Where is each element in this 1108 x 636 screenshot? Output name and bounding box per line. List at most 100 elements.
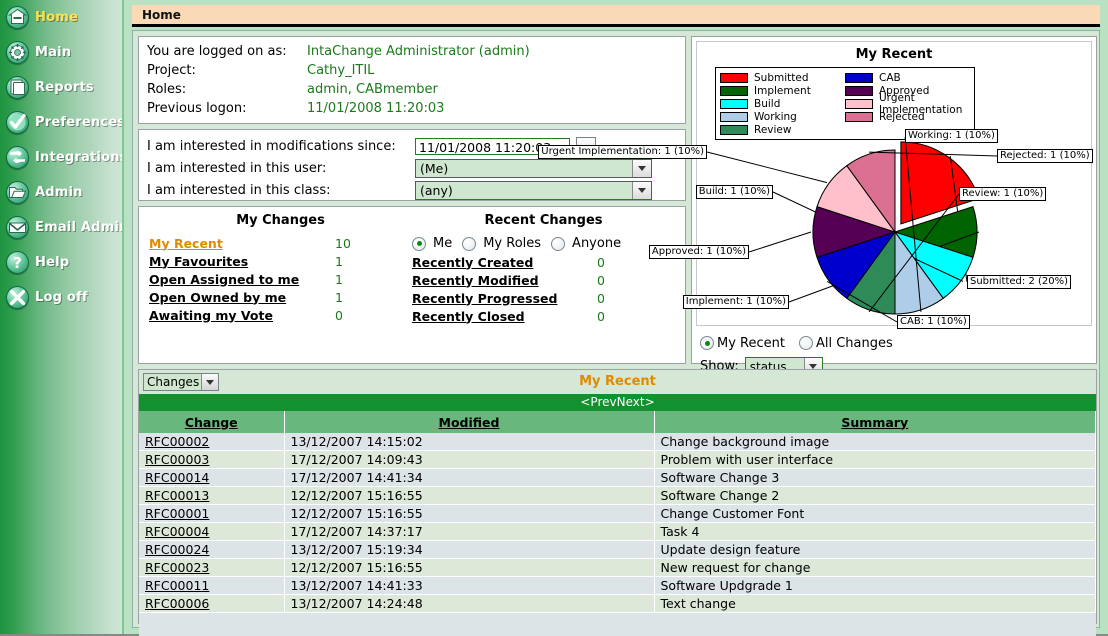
cell-change: RFC00004 [139, 522, 285, 541]
my-changes-link[interactable]: My Recent [149, 236, 335, 251]
legend-swatch [845, 98, 873, 109]
cell-modified: 17/12/2007 14:09:43 [284, 450, 655, 469]
chart-scope-my-recent[interactable]: My Recent [700, 336, 785, 351]
radio-icon [551, 236, 566, 251]
radio-icon [462, 236, 477, 251]
my-changes-count: 10 [335, 235, 351, 251]
recent-changes-count: 0 [597, 290, 605, 306]
recent-changes-link[interactable]: Recently Modified [412, 273, 597, 288]
class-select-value: (any) [420, 182, 453, 198]
change-link[interactable]: RFC00013 [145, 488, 209, 503]
column-header-modified[interactable]: Modified [284, 411, 655, 433]
my-changes-link[interactable]: Awaiting my Vote [149, 308, 335, 323]
cell-change: RFC00014 [139, 468, 285, 487]
sidebar-item-home[interactable]: Home [0, 5, 122, 29]
recent-changes-count: 0 [597, 254, 605, 270]
recent-changes-row: Recently Created 0 [412, 253, 675, 271]
next-page-link[interactable]: Next> [617, 395, 655, 409]
pie-slice-label: Approved: 1 (10%) [648, 245, 749, 259]
recent-changes-link[interactable]: Recently Created [412, 255, 597, 270]
info-value: Cathy_ITIL [307, 63, 375, 78]
change-link[interactable]: RFC00024 [145, 542, 209, 557]
column-header-change[interactable]: Change [139, 411, 285, 433]
info-label: You are logged on as: [147, 44, 287, 59]
sidebar-item-admin[interactable]: Admin [0, 180, 122, 204]
radio-icon [798, 336, 813, 350]
svg-text:?: ? [13, 254, 22, 272]
info-value: 11/01/2008 11:20:03 [307, 101, 445, 116]
recent-changes-link[interactable]: Recently Closed [412, 309, 597, 324]
sidebar-nav: Home Main Reports Preferences Integrations Ad… [0, 5, 128, 321]
table-row: RFC00006 13/12/2007 14:24:48 Text change [139, 594, 1096, 613]
main-area: Home You are logged on as: IntaChange Adm… [122, 0, 1108, 636]
sidebar-item-main[interactable]: Main [0, 40, 122, 64]
prev-page-link[interactable]: <Prev [580, 395, 616, 409]
cell-modified: 13/12/2007 14:15:02 [284, 433, 655, 451]
user-filter-label: I am interested in this user: [147, 160, 327, 176]
my-changes-link[interactable]: Open Assigned to me [149, 272, 335, 287]
sidebar-item-reports[interactable]: Reports [0, 75, 122, 99]
change-link[interactable]: RFC00011 [145, 578, 209, 593]
recent-changes-scope-radios: Me My Roles Anyone [412, 234, 675, 253]
change-link[interactable]: RFC00004 [145, 524, 209, 539]
recent-changes-link[interactable]: Recently Progressed [412, 291, 597, 306]
sidebar-item-log-off[interactable]: Log off [0, 285, 122, 309]
sidebar-item-preferences[interactable]: Preferences [0, 110, 126, 134]
cell-summary: Software Updgrade 1 [654, 576, 1096, 595]
cell-summary: Change background image [654, 433, 1096, 451]
my-changes-count: 1 [335, 253, 343, 269]
tab-label: Home [142, 8, 181, 22]
changes-summary-panel: My Changes My Recent 10 My Favourites 1 Open… [138, 206, 686, 364]
sidebar-item-integrations[interactable]: Integrations [0, 145, 127, 169]
chart-scope-all-changes[interactable]: All Changes [798, 336, 893, 351]
change-link[interactable]: RFC00002 [145, 434, 209, 449]
legend-item: Implement [720, 84, 845, 97]
my-changes-link[interactable]: My Favourites [149, 254, 335, 269]
cell-modified: 13/12/2007 14:24:48 [284, 594, 655, 613]
scope-radio-my-roles[interactable]: My Roles [462, 236, 544, 251]
my-changes-row: Open Owned by me 1 [149, 288, 412, 306]
change-link[interactable]: RFC00003 [145, 452, 209, 467]
recent-changes-count: 0 [597, 272, 605, 288]
cell-change: RFC00013 [139, 486, 285, 505]
change-link[interactable]: RFC00023 [145, 560, 209, 575]
user-select-value: (Me) [420, 160, 449, 176]
cell-summary: Problem with user interface [654, 450, 1096, 469]
chart-scope-label: My Recent [717, 335, 785, 351]
scope-radio-me[interactable]: Me [412, 236, 455, 251]
legend-item: Urgent Implementation [845, 92, 970, 116]
table-footer [139, 613, 1096, 636]
cell-change: RFC00011 [139, 576, 285, 595]
sidebar-item-email-admin[interactable]: Email Admin [0, 215, 128, 239]
sidebar-item-label: Preferences [35, 114, 126, 130]
cell-summary: Text change [654, 594, 1096, 613]
legend-swatch [720, 98, 748, 109]
question-icon: ? [6, 250, 29, 274]
tab-home[interactable]: Home [132, 5, 1100, 27]
sidebar-item-help[interactable]: ? Help [0, 250, 122, 274]
cell-summary: Update design feature [654, 540, 1096, 559]
user-filter-row: I am interested in this user: (Me) [147, 157, 677, 179]
column-header-summary[interactable]: Summary [654, 411, 1096, 433]
envelope-icon [6, 215, 29, 239]
change-link[interactable]: RFC00014 [145, 470, 209, 485]
cell-summary: New request for change [654, 558, 1096, 577]
scope-radio-label: Me [433, 236, 453, 251]
legend-swatch [845, 72, 873, 83]
user-select[interactable]: (Me) [415, 158, 652, 178]
cell-modified: 12/12/2007 15:16:55 [284, 486, 655, 505]
application-window: Home Main Reports Preferences Integrations Ad… [0, 0, 1108, 636]
my-changes-link[interactable]: Open Owned by me [149, 290, 335, 305]
pie-slice-label: Working: 1 (10%) [905, 129, 998, 143]
sidebar-item-label: Log off [35, 289, 88, 305]
info-label: Roles: [147, 82, 187, 97]
change-link[interactable]: RFC00006 [145, 596, 209, 611]
legend-swatch [845, 85, 873, 96]
pie-slice-label: Rejected: 1 (10%) [997, 149, 1093, 163]
cell-modified: 17/12/2007 14:41:34 [284, 468, 655, 487]
my-changes-row: Open Assigned to me 1 [149, 270, 412, 288]
class-select[interactable]: (any) [415, 180, 652, 200]
change-link[interactable]: RFC00001 [145, 506, 209, 521]
document-icon [6, 75, 29, 99]
scope-radio-anyone[interactable]: Anyone [551, 236, 624, 251]
